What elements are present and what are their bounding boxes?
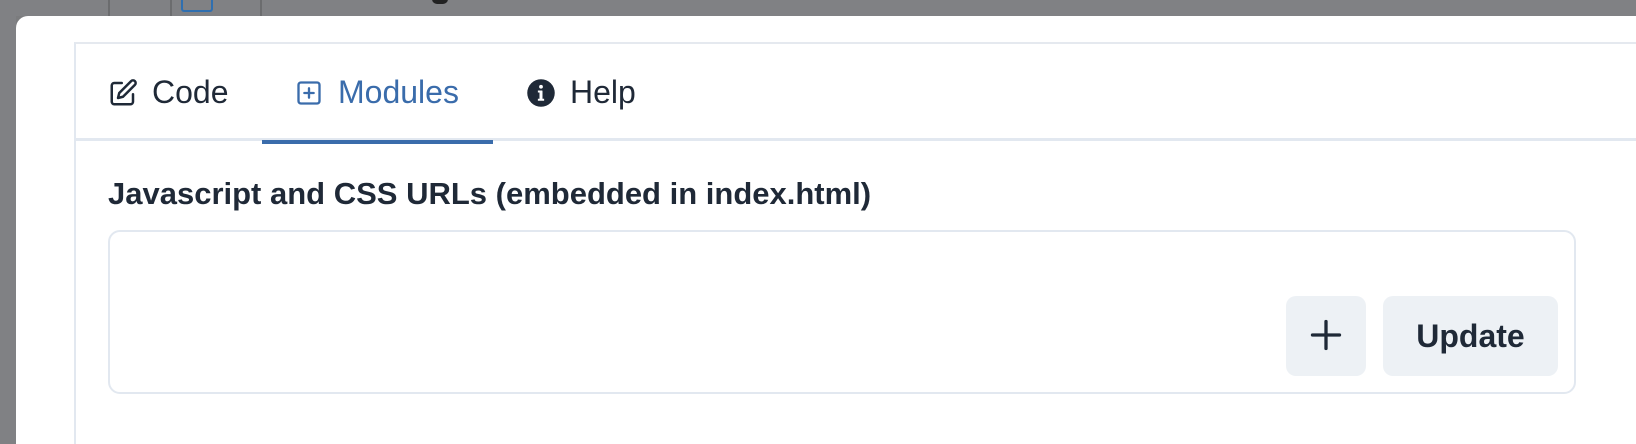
tab-bar: Code Modules Help — [76, 44, 1636, 144]
tab-code-label: Code — [152, 74, 229, 110]
tab-modules[interactable]: Modules — [262, 44, 493, 144]
update-button[interactable]: Update — [1383, 296, 1558, 376]
pencil-square-icon — [108, 78, 138, 108]
tab-help-label: Help — [570, 74, 636, 110]
tab-help[interactable]: Help — [494, 44, 674, 141]
modules-section-title: Javascript and CSS URLs (embedded in ind… — [108, 176, 872, 211]
background-divider — [260, 0, 262, 16]
background-app-strip — [0, 0, 1636, 16]
background-window-icon — [181, 0, 213, 12]
background-divider — [108, 0, 110, 16]
background-text-fragment — [432, 0, 448, 4]
tab-modules-label: Modules — [338, 74, 459, 110]
plus-square-icon — [294, 78, 324, 108]
background-app-edge — [0, 16, 16, 444]
background-divider — [170, 0, 172, 16]
add-module-button[interactable] — [1286, 296, 1366, 376]
info-circle-icon — [526, 78, 556, 108]
tab-code[interactable]: Code — [76, 44, 268, 141]
plus-icon — [1308, 317, 1344, 356]
